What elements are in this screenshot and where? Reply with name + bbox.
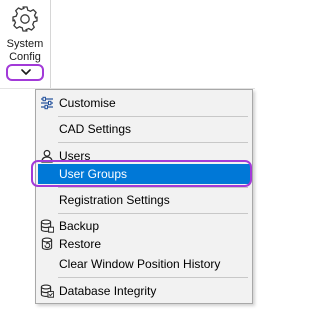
menu-item-label: Backup xyxy=(59,219,100,233)
menu-separator xyxy=(58,213,248,214)
menu-item-database-integrity[interactable]: Database Integrity xyxy=(38,281,250,301)
menu-item-label: User Groups xyxy=(59,167,128,181)
page: System Config Customise CAD Settings Use… xyxy=(0,0,255,314)
database-integrity-icon xyxy=(40,284,54,298)
menu-item-user-groups[interactable]: User Groups xyxy=(38,164,250,184)
user-icon xyxy=(41,149,53,163)
menu-separator xyxy=(58,277,248,278)
menu-item-label: Users xyxy=(59,149,91,163)
system-config-label-line2: Config xyxy=(9,51,41,63)
menu-item-label: Database Integrity xyxy=(59,284,157,298)
database-backup-icon xyxy=(40,219,54,233)
menu-item-customise[interactable]: Customise xyxy=(38,93,250,113)
menu-item-label: CAD Settings xyxy=(59,122,132,136)
ribbon: System Config xyxy=(0,0,255,88)
menu-item-cad-settings[interactable]: CAD Settings xyxy=(38,119,250,139)
system-config-menu: Customise CAD Settings Users User Groups… xyxy=(35,89,253,304)
menu-item-restore[interactable]: Restore xyxy=(38,234,250,254)
menu-separator xyxy=(58,116,248,117)
sliders-icon xyxy=(41,96,53,110)
menu-separator xyxy=(58,187,248,188)
menu-separator xyxy=(58,142,248,143)
menu-item-label: Clear Window Position History xyxy=(59,257,221,271)
menu-item-label: Customise xyxy=(59,96,116,110)
system-config-dropdown-button[interactable] xyxy=(6,64,44,81)
system-config-button[interactable]: System Config xyxy=(4,4,46,66)
menu-item-label: Restore xyxy=(59,237,102,251)
menu-item-clear-window-position-history[interactable]: Clear Window Position History xyxy=(38,254,250,274)
menu-item-label: Registration Settings xyxy=(59,193,170,207)
gear-icon xyxy=(12,6,38,32)
system-config-label-line1: System xyxy=(6,38,44,50)
ribbon-divider xyxy=(50,0,51,88)
chevron-down-icon xyxy=(21,69,31,75)
menu-item-users[interactable]: Users xyxy=(38,146,250,166)
database-restore-icon xyxy=(41,237,53,250)
menu-item-backup[interactable]: Backup xyxy=(38,216,250,236)
menu-item-registration-settings[interactable]: Registration Settings xyxy=(38,190,250,210)
